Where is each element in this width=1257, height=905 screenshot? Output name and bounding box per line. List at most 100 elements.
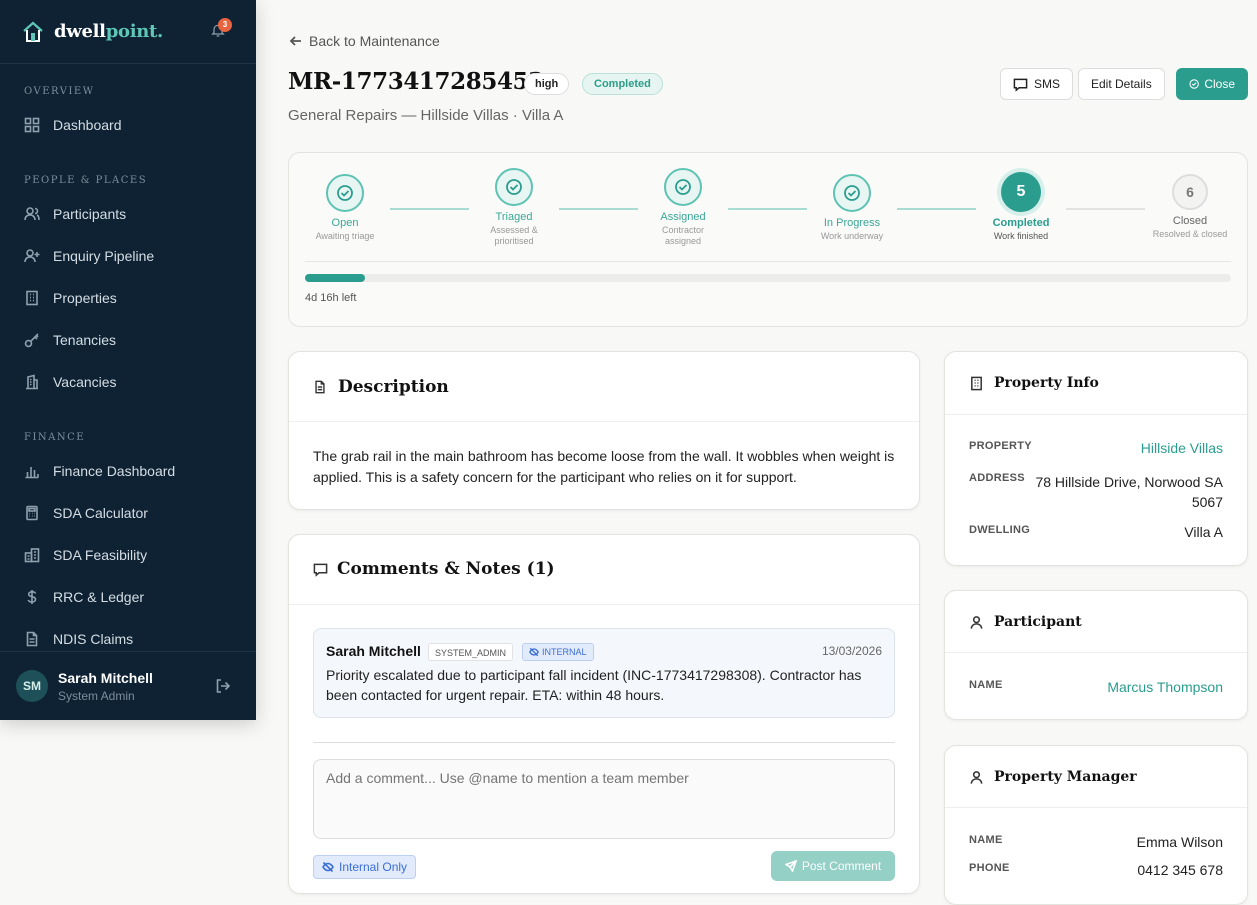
comment-role-badge: SYSTEM_ADMIN — [428, 643, 514, 661]
sidebar-item-label: Finance Dashboard — [53, 463, 176, 479]
notification-badge: 3 — [218, 18, 232, 32]
step-in-progress: In Progress Work underway — [792, 174, 912, 242]
brand-logo[interactable]: dwellpoint. 3 — [0, 0, 256, 64]
section-label-people: PEOPLE & PLACES — [24, 175, 148, 186]
step-description: Resolved & closed — [1152, 229, 1228, 239]
step-closed: 6 Closed Resolved & closed — [1130, 174, 1250, 240]
user-plus-icon — [24, 249, 40, 263]
step-description: Work finished — [993, 231, 1049, 241]
avatar: SM — [16, 670, 48, 702]
participant-name-label: NAME — [969, 679, 1003, 691]
close-label: Close — [1204, 77, 1235, 91]
arrow-left-icon — [289, 36, 301, 46]
step-check-icon — [833, 174, 871, 212]
participant-title: Participant — [994, 614, 1082, 630]
house-logo-icon — [23, 21, 43, 42]
sidebar-item-rrc-ledger[interactable]: RRC & Ledger — [24, 585, 144, 609]
back-to-maintenance-link[interactable]: Back to Maintenance — [289, 33, 440, 49]
step-label: Completed — [992, 217, 1050, 229]
eye-off-icon — [322, 861, 334, 873]
participant-heading: Participant — [969, 614, 1082, 630]
property-label: PROPERTY — [969, 440, 1032, 452]
user-role: System Admin — [58, 688, 135, 703]
grid-icon — [24, 117, 40, 133]
sidebar-item-label: Dashboard — [53, 117, 122, 133]
sms-button[interactable]: SMS — [1000, 68, 1074, 100]
comments-card: Comments & Notes (1) Sarah Mitchell SYST… — [288, 534, 920, 894]
time-left: 4d 16h left — [305, 292, 357, 304]
property-manager-title: Property Manager — [994, 769, 1137, 785]
sidebar-item-enquiry-pipeline[interactable]: Enquiry Pipeline — [24, 244, 154, 268]
address-line-2: 5067 — [1191, 494, 1223, 510]
manager-name-label: NAME — [969, 834, 1003, 846]
message-icon — [1013, 78, 1028, 92]
time-progress-fill — [305, 274, 366, 282]
sidebar-item-participants[interactable]: Participants — [24, 202, 126, 226]
internal-toggle-label: Internal Only — [339, 860, 408, 874]
property-info-card: Property Info PROPERTY Hillside Villas A… — [944, 351, 1248, 566]
sidebar-item-dashboard[interactable]: Dashboard — [24, 113, 122, 137]
sidebar-item-label: Enquiry Pipeline — [53, 248, 155, 264]
step-triaged: Triaged Assessed & prioritised — [454, 168, 574, 247]
brand-name: dwellpoint. — [54, 21, 164, 42]
calculator-icon — [26, 505, 38, 521]
back-label: Back to Maintenance — [309, 33, 440, 49]
description-card: Description The grab rail in the main ba… — [288, 351, 920, 510]
section-label-overview: OVERVIEW — [24, 86, 95, 97]
user-name: Sarah Mitchell — [58, 669, 153, 686]
sidebar-item-tenancies[interactable]: Tenancies — [24, 328, 116, 352]
sidebar-item-properties[interactable]: Properties — [24, 286, 117, 310]
user-icon — [970, 615, 983, 629]
dollar-icon — [27, 590, 37, 604]
sidebar-item-ndis-claims[interactable]: NDIS Claims — [24, 627, 133, 651]
sms-label: SMS — [1034, 77, 1061, 91]
divider — [289, 421, 919, 422]
step-label: Assigned — [660, 211, 706, 223]
address-label: ADDRESS — [969, 472, 1025, 484]
check-circle-icon — [1189, 79, 1199, 89]
description-text: The grab rail in the main bathroom has b… — [313, 448, 895, 485]
step-check-icon — [326, 174, 364, 212]
document-icon — [26, 631, 38, 647]
users-icon — [24, 207, 40, 221]
divider — [289, 604, 919, 605]
logout-icon[interactable] — [215, 678, 231, 694]
step-description: Contractor assigned — [661, 225, 705, 246]
property-link[interactable]: Hillside Villas — [1141, 440, 1223, 456]
sidebar-item-vacancies[interactable]: Vacancies — [24, 370, 117, 394]
comment-input[interactable] — [313, 759, 895, 839]
sidebar-item-label: Tenancies — [53, 332, 117, 348]
key-icon — [24, 333, 39, 348]
step-label: Closed — [1172, 215, 1208, 227]
divider — [313, 742, 895, 743]
comment-item: Sarah Mitchell SYSTEM_ADMIN INTERNAL 13/… — [313, 628, 895, 718]
step-assigned: Assigned Contractor assigned — [623, 168, 743, 247]
divider — [945, 414, 1247, 415]
sidebar-item-label: Properties — [53, 290, 117, 306]
comment-visibility-badge: INTERNAL — [522, 643, 594, 661]
sidebar-item-sda-calculator[interactable]: SDA Calculator — [24, 501, 148, 525]
priority-badge: high — [524, 73, 570, 95]
status-badge: Completed — [582, 73, 663, 95]
dwelling-label: DWELLING — [969, 524, 1031, 536]
sidebar-item-finance-dashboard[interactable]: Finance Dashboard — [24, 459, 175, 483]
edit-details-button[interactable]: Edit Details — [1078, 68, 1165, 100]
sidebar: dwellpoint. 3 OVERVIEW Dashboard PEOPLE … — [0, 0, 256, 720]
description-heading: Description — [313, 377, 449, 397]
property-info-heading: Property Info — [969, 375, 1099, 391]
comment-author: Sarah Mitchell — [326, 643, 421, 659]
participant-link[interactable]: Marcus Thompson — [1107, 679, 1223, 695]
post-label: Post Comment — [801, 859, 882, 873]
description-title: Description — [338, 377, 449, 397]
stepper-divider — [305, 261, 1231, 262]
visibility-label: INTERNAL — [542, 647, 587, 657]
edit-label: Edit Details — [1091, 77, 1152, 91]
user-profile[interactable]: SM Sarah Mitchell System Admin — [0, 651, 256, 720]
internal-only-toggle[interactable]: Internal Only — [313, 855, 417, 879]
close-button[interactable]: Close — [1176, 68, 1248, 100]
message-icon — [313, 563, 328, 577]
sidebar-item-sda-feasibility[interactable]: SDA Feasibility — [24, 543, 147, 567]
eye-off-icon — [529, 647, 539, 657]
sidebar-item-label: SDA Calculator — [53, 505, 148, 521]
sidebar-item-label: Vacancies — [53, 374, 117, 390]
